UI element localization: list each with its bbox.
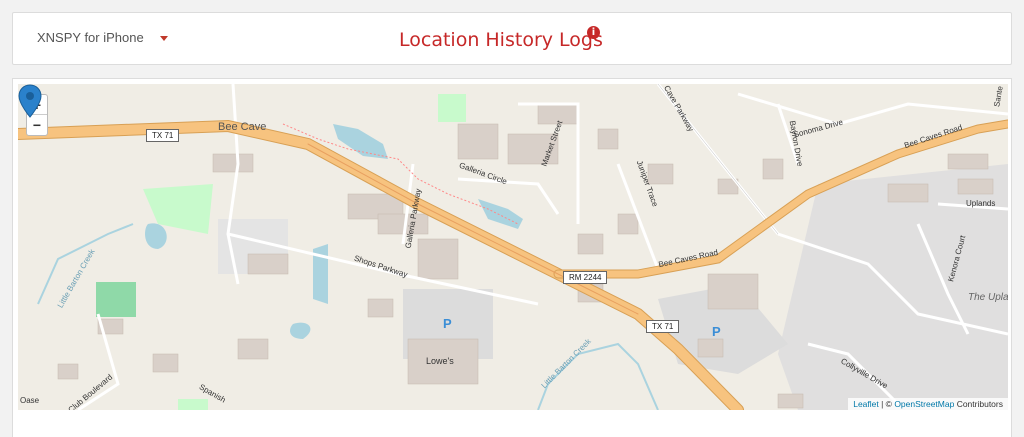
map-label-the-uplands: The Upla [968, 292, 1008, 303]
shield-rm2244: RM 2244 [563, 271, 608, 284]
map-view[interactable]: + − Bee Cave Galleria Circle Galleria Pa… [18, 84, 1008, 410]
device-select[interactable]: XNSPY for iPhone [37, 30, 168, 45]
zoom-out-button[interactable]: − [27, 115, 47, 135]
map-label-lowes: Lowe's [426, 356, 454, 366]
parking-icon: P [443, 316, 452, 331]
map-card: + − Bee Cave Galleria Circle Galleria Pa… [12, 78, 1012, 437]
attribution-contributors: Contributors [954, 399, 1003, 409]
location-marker-icon[interactable] [18, 84, 42, 118]
caret-down-icon [159, 36, 168, 41]
page-title: Location History Logs [399, 29, 603, 51]
park [438, 94, 466, 122]
info-icon[interactable]: i [587, 26, 600, 39]
park [96, 282, 136, 317]
map-label-oase: Oase [20, 396, 40, 405]
shield-tx71-se: TX 71 [646, 320, 680, 333]
header-card: XNSPY for iPhone Location History Logs i [12, 12, 1012, 65]
leaflet-link[interactable]: Leaflet [853, 399, 879, 409]
water [333, 124, 388, 159]
map-label-bee-cave: Bee Cave [218, 121, 267, 133]
map-attribution: Leaflet | © OpenStreetMap Contributors [848, 398, 1008, 410]
shield-tx71-nw: TX 71 [146, 129, 180, 142]
osm-link[interactable]: OpenStreetMap [894, 399, 954, 409]
map-label-uplands: Uplands [966, 199, 996, 208]
attribution-sep: | © [878, 399, 895, 409]
parking-icon: P [712, 324, 721, 339]
device-label: XNSPY for iPhone [37, 30, 144, 45]
